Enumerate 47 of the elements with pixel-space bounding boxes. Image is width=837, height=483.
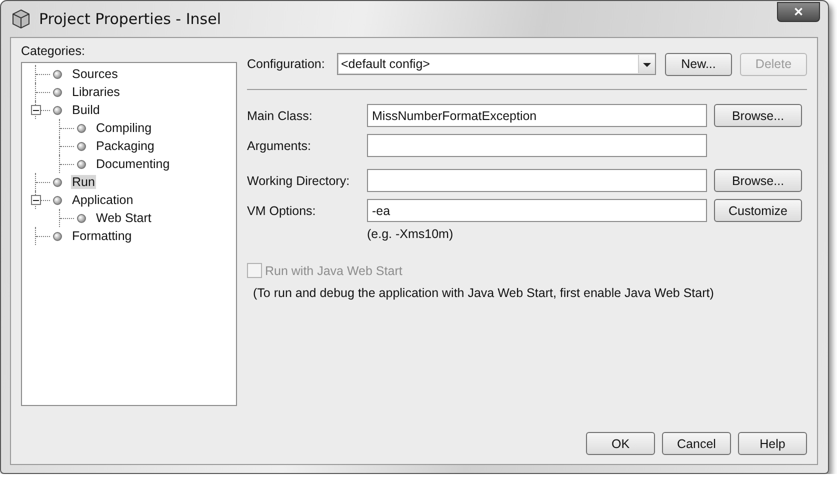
cube-icon <box>11 9 31 29</box>
caret-icon <box>638 55 655 73</box>
text-field[interactable]: -ea <box>367 199 707 222</box>
collapse-icon[interactable] <box>31 195 41 205</box>
dialog-button[interactable]: Cancel <box>662 432 731 455</box>
browse-button[interactable]: Browse... <box>714 104 802 127</box>
field-label: VM Options: <box>247 204 317 218</box>
field-label: Working Directory: <box>247 174 351 188</box>
categories-label: Categories: <box>21 44 86 58</box>
window-title: Project Properties - Insel <box>39 10 222 28</box>
customize-button[interactable]: Customize <box>714 199 802 222</box>
checkbox-label: Run with Java Web Start <box>265 264 402 278</box>
node-icon <box>53 88 62 96</box>
close-button[interactable]: ✕ <box>777 2 820 22</box>
tree-item[interactable]: Web Start <box>95 211 152 225</box>
note-text: (To run and debug the application with Java Web Start, first enable Java Web Start) <box>253 286 715 300</box>
tree-item[interactable]: Documenting <box>95 157 171 171</box>
field-label: Main Class: <box>247 108 314 122</box>
configuration-dropdown[interactable]: <default config> <box>337 53 656 75</box>
text-field[interactable] <box>367 169 707 192</box>
dialog-button[interactable]: OK <box>586 432 655 455</box>
node-icon <box>77 214 86 222</box>
tree-item[interactable]: Run <box>71 175 96 189</box>
node-icon <box>53 196 62 204</box>
collapse-icon[interactable] <box>31 105 41 115</box>
tree-item[interactable]: Packaging <box>95 139 156 153</box>
tree-item[interactable]: Sources <box>71 67 119 81</box>
node-icon <box>77 142 86 150</box>
node-icon <box>53 70 62 78</box>
node-icon <box>53 232 62 240</box>
hint-text: (e.g. -Xms10m) <box>367 227 454 241</box>
node-icon <box>77 160 86 168</box>
tree-item[interactable]: Application <box>71 193 134 207</box>
configuration-label: Configuration: <box>247 57 326 71</box>
node-icon <box>53 106 62 114</box>
text-field[interactable] <box>367 134 707 157</box>
node-icon <box>53 178 62 186</box>
node-icon <box>77 124 86 132</box>
browse-button[interactable]: Browse... <box>714 169 802 192</box>
tree-item[interactable]: Formatting <box>71 229 133 243</box>
new-button[interactable]: New... <box>665 52 732 76</box>
field-label: Arguments: <box>247 138 312 152</box>
text-field[interactable]: MissNumberFormatException <box>367 104 707 127</box>
tree-item[interactable]: Build <box>71 103 101 117</box>
dialog-button[interactable]: Help <box>738 432 807 455</box>
tree-item[interactable]: Libraries <box>71 85 121 99</box>
tree-item[interactable]: Compiling <box>95 121 153 135</box>
